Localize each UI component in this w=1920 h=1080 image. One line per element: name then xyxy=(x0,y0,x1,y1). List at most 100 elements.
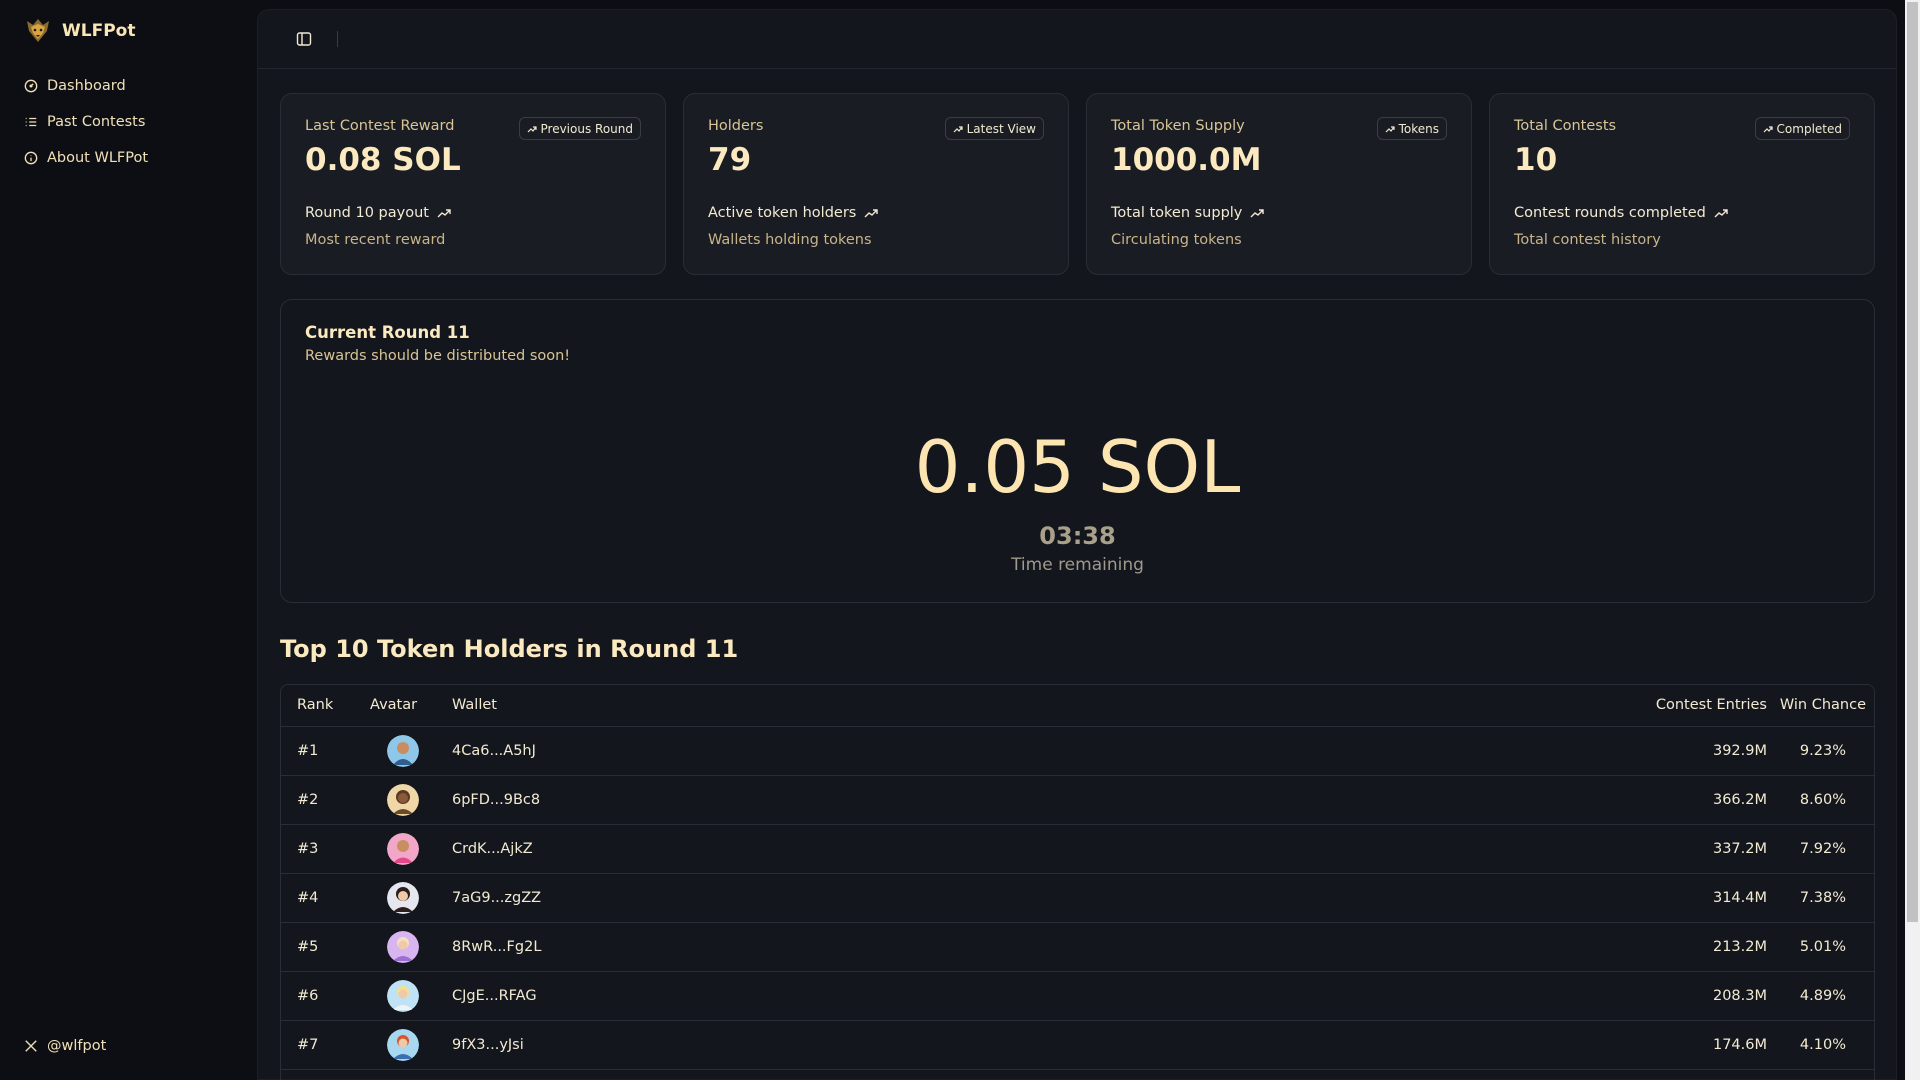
table-row[interactable]: #7 9fX3...yJsi 174.6M 4.10% xyxy=(281,1020,1874,1069)
card-footer-primary: Round 10 payout xyxy=(305,205,451,221)
brand[interactable]: WLFPot xyxy=(24,15,135,47)
column-header-rank: Rank xyxy=(297,697,334,714)
card-footer-secondary: Wallets holding tokens xyxy=(708,232,872,248)
countdown-label: Time remaining xyxy=(1011,555,1144,575)
card-value: 79 xyxy=(708,142,752,178)
wallet-cell: 9fX3...yJsi xyxy=(452,1036,524,1053)
rank-cell: #6 xyxy=(297,987,319,1004)
entries-cell: 392.9M xyxy=(1712,742,1767,759)
card-footer-secondary: Most recent reward xyxy=(305,232,446,248)
card-badge: Latest View xyxy=(944,117,1044,140)
card-badge: Tokens xyxy=(1376,117,1447,140)
column-header-avatar: Avatar xyxy=(370,697,418,714)
card-badge: Previous Round xyxy=(518,117,641,140)
wolf-logo-icon xyxy=(27,19,49,42)
avatar xyxy=(387,783,419,816)
card-footer-secondary: Circulating tokens xyxy=(1111,232,1242,248)
chance-cell: 5.01% xyxy=(1799,938,1846,955)
gauge-icon xyxy=(24,79,38,93)
card-badge: Completed xyxy=(1754,117,1850,140)
trending-up-icon xyxy=(1763,125,1773,132)
trending-up-icon xyxy=(437,209,451,218)
table-row[interactable]: #6 CJgE...RFAG 208.3M 4.89% xyxy=(281,971,1874,1020)
rank-cell: #4 xyxy=(297,889,319,906)
badge-label: Latest View xyxy=(966,121,1036,136)
trending-up-icon xyxy=(1385,125,1395,132)
card-token-supply: Total Token Supply 1000.0M Tokens Total … xyxy=(1086,93,1472,275)
trending-up-icon xyxy=(953,125,963,132)
rank-cell: #1 xyxy=(297,742,319,759)
column-header-entries: Contest Entries xyxy=(1655,697,1767,714)
avatar xyxy=(387,1028,419,1061)
entries-cell: 337.2M xyxy=(1712,840,1767,857)
table-header-row: Rank Avatar Wallet Contest Entries Win C… xyxy=(281,685,1874,726)
sidebar-toggle-icon[interactable] xyxy=(296,31,312,47)
badge-label: Tokens xyxy=(1398,121,1439,136)
scrollbar-thumb[interactable] xyxy=(1907,2,1918,922)
card-value: 10 xyxy=(1514,142,1558,178)
rank-cell: #5 xyxy=(297,938,319,955)
card-footer-secondary: Total contest history xyxy=(1514,232,1661,248)
column-header-chance: Win Chance xyxy=(1779,697,1866,714)
chance-cell: 7.38% xyxy=(1799,889,1846,906)
page-scrollbar[interactable] xyxy=(1905,0,1920,1080)
info-icon xyxy=(24,151,38,165)
card-footer-primary: Active token holders xyxy=(708,205,879,221)
trending-up-icon xyxy=(864,209,879,218)
wallet-cell: 7aG9...zgZZ xyxy=(452,889,542,906)
table-row[interactable]: #4 7aG9...zgZZ 314.4M 7.38% xyxy=(281,873,1874,922)
sidebar-item-label: Past Contests xyxy=(47,114,146,130)
chance-cell: 9.23% xyxy=(1799,742,1846,759)
wallet-cell: CJgE...RFAG xyxy=(452,987,537,1004)
table-row[interactable]: #2 6pFD...9Bc8 366.2M 8.60% xyxy=(281,775,1874,824)
chance-cell: 7.92% xyxy=(1799,840,1846,857)
sidebar-item-past-contests[interactable]: Past Contests xyxy=(24,104,148,140)
badge-label: Previous Round xyxy=(540,121,634,136)
card-last-reward: Last Contest Reward 0.08 SOL Previous Ro… xyxy=(280,93,666,275)
card-footer-primary: Contest rounds completed xyxy=(1514,205,1728,221)
sidebar-item-label: About WLFPot xyxy=(47,150,149,166)
topbar-divider xyxy=(337,31,338,47)
list-icon xyxy=(25,117,37,127)
stat-cards: Last Contest Reward 0.08 SOL Previous Ro… xyxy=(280,93,1875,275)
entries-cell: 314.4M xyxy=(1712,889,1767,906)
table-row[interactable]: #5 8RwR...Fg2L 213.2M 5.01% xyxy=(281,922,1874,971)
pot-amount: 0.05 SOL xyxy=(914,425,1241,509)
x-logo-icon xyxy=(25,1040,37,1052)
chance-cell: 4.10% xyxy=(1799,1036,1846,1053)
trending-up-icon xyxy=(1714,209,1728,218)
sidebar-item-dashboard[interactable]: Dashboard xyxy=(24,68,148,104)
footer-label: Contest rounds completed xyxy=(1514,205,1706,221)
app-name: WLFPot xyxy=(62,21,136,41)
table-row[interactable]: #3 CrdK...AjkZ 337.2M 7.92% xyxy=(281,824,1874,873)
avatar xyxy=(387,881,419,914)
chance-cell: 4.89% xyxy=(1799,987,1846,1004)
countdown-timer: 03:38 xyxy=(1039,522,1116,550)
footer-label: Total token supply xyxy=(1111,205,1243,221)
entries-cell: 213.2M xyxy=(1712,938,1767,955)
trending-up-icon xyxy=(527,125,537,132)
card-holders: Holders 79 Latest View Active token hold… xyxy=(683,93,1069,275)
badge-label: Completed xyxy=(1776,121,1842,136)
card-total-contests: Total Contests 10 Completed Contest roun… xyxy=(1489,93,1875,275)
wallet-cell: 6pFD...9Bc8 xyxy=(452,791,541,808)
chance-cell: 8.60% xyxy=(1799,791,1846,808)
entries-cell: 366.2M xyxy=(1712,791,1767,808)
current-round-panel: Current Round 11 Rewards should be distr… xyxy=(280,299,1875,603)
footer-label: Round 10 payout xyxy=(305,205,429,221)
sidebar-item-about[interactable]: About WLFPot xyxy=(24,140,148,176)
avatar xyxy=(387,930,419,963)
social-label: @wlfpot xyxy=(47,1038,107,1054)
avatar xyxy=(387,832,419,865)
column-header-wallet: Wallet xyxy=(452,697,497,714)
table-row[interactable]: #1 4Ca6...A5hJ 392.9M 9.23% xyxy=(281,726,1874,775)
card-footer-primary: Total token supply xyxy=(1111,205,1265,221)
entries-cell: 174.6M xyxy=(1712,1036,1767,1053)
holders-title: Top 10 Token Holders in Round 11 xyxy=(280,635,739,663)
social-link-x[interactable]: @wlfpot xyxy=(24,1038,106,1054)
sidebar: WLFPot Dashboard Past Contests About WLF… xyxy=(0,0,256,1080)
wallet-cell: CrdK...AjkZ xyxy=(452,840,533,857)
trending-up-icon xyxy=(1250,209,1265,218)
footer-label: Active token holders xyxy=(708,205,857,221)
top-bar xyxy=(258,10,1896,69)
